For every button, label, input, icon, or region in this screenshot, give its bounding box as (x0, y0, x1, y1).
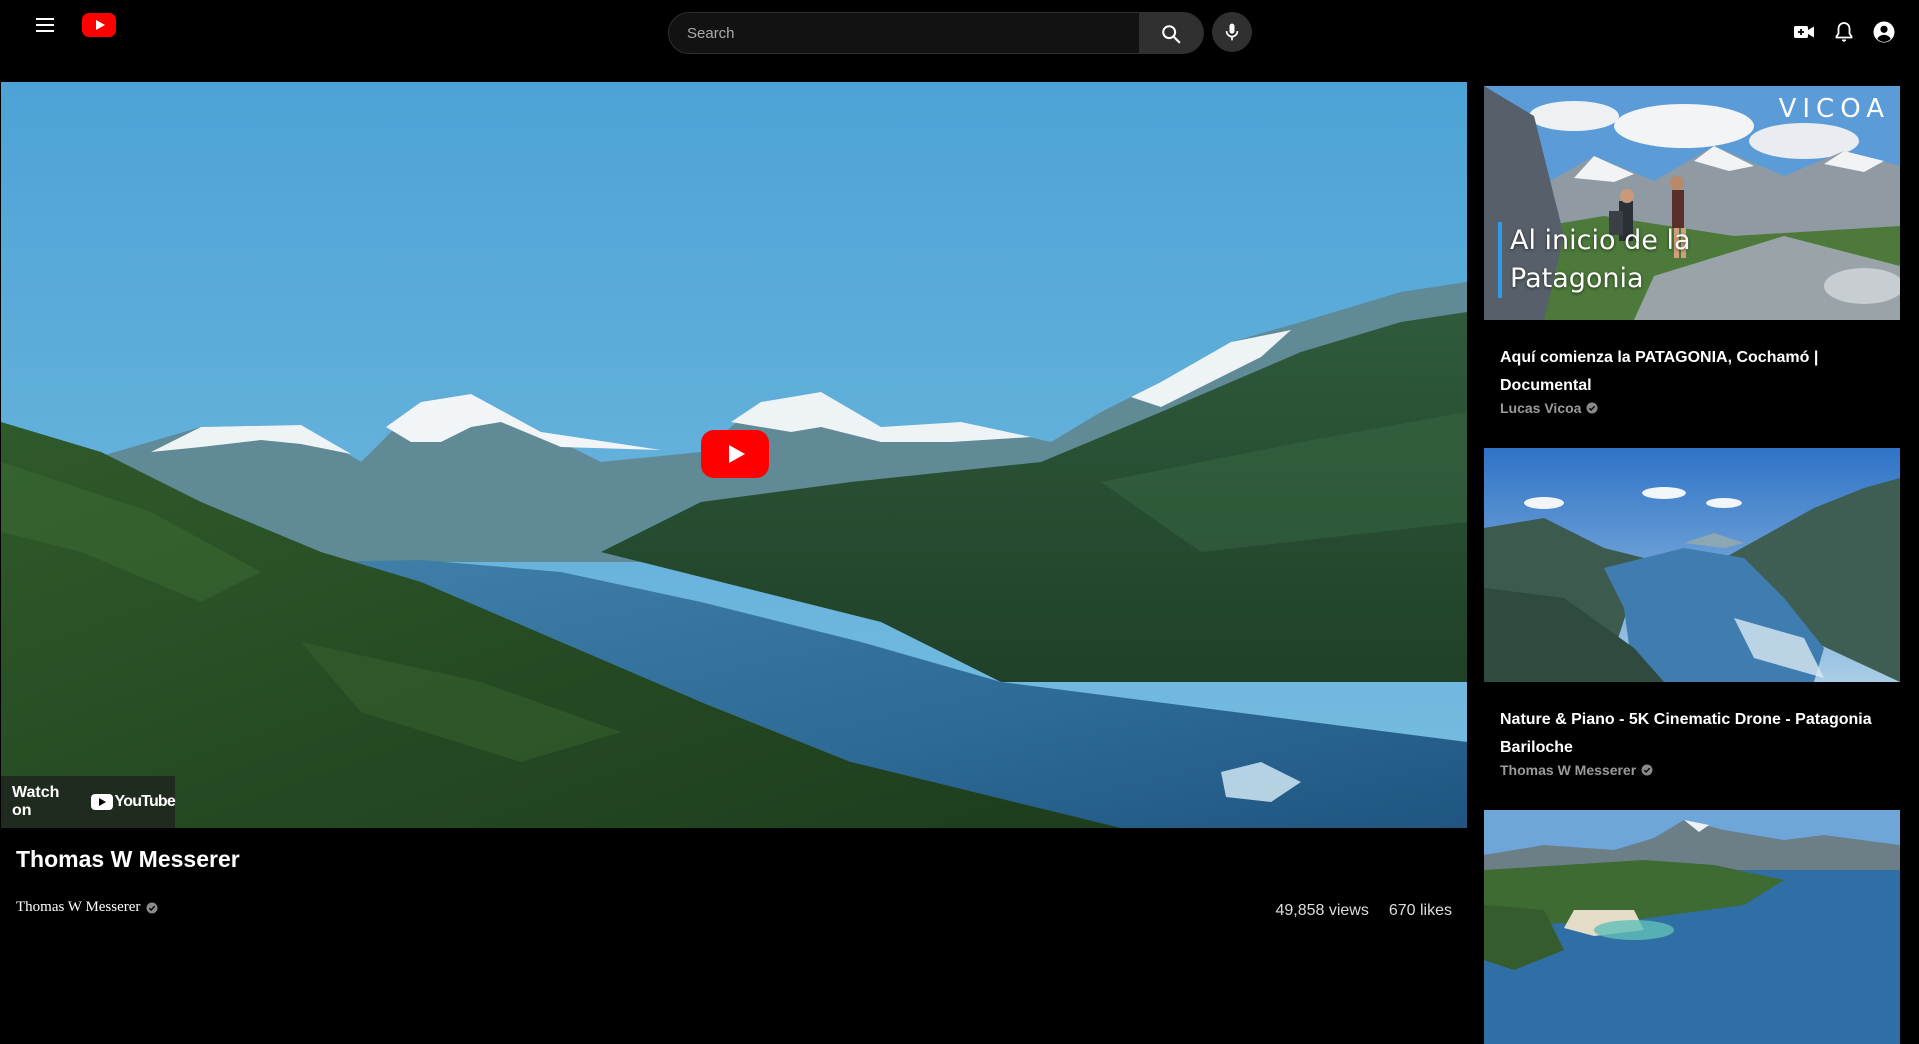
verified-check-icon (1641, 764, 1653, 776)
watch-on-youtube-button[interactable]: Watch on YouTube (1, 776, 176, 828)
recommended-channel-name: Lucas Vicoa (1500, 400, 1582, 416)
account-icon[interactable] (1872, 20, 1896, 44)
video-title: Thomas W Messerer (16, 846, 240, 872)
notifications-bell-icon[interactable] (1832, 20, 1856, 44)
youtube-play-icon (90, 794, 113, 810)
verified-check-icon (1586, 402, 1598, 414)
channel-name: Thomas W Messerer (16, 899, 141, 915)
recommended-channel-row: Lucas Vicoa (1500, 400, 1884, 416)
recommended-video-card[interactable]: Nature & Piano - 5K Cinematic Drone - Pa… (1484, 448, 1900, 778)
search-input[interactable] (669, 13, 1139, 53)
recommended-video-card[interactable]: VICOA Al inicio de la Patagonia Aquí com… (1484, 86, 1900, 416)
view-count: 49,858 views (1275, 902, 1369, 919)
top-bar (0, 0, 1919, 64)
voice-search-button[interactable] (1212, 12, 1252, 52)
youtube-wordmark: YouTube (90, 793, 176, 811)
video-thumbnail: VICOA Al inicio de la Patagonia (1484, 86, 1900, 320)
microphone-icon (1225, 23, 1239, 41)
recommended-video-title: Nature & Piano - 5K Cinematic Drone - Pa… (1500, 711, 1872, 756)
video-thumbnail (1484, 810, 1900, 1044)
search-button[interactable] (1139, 13, 1203, 53)
verified-check-icon (146, 902, 158, 913)
video-stats: 49,858 views 670 likes (1275, 902, 1452, 920)
watch-on-label: Watch on (12, 784, 60, 819)
recommended-channel-row: Thomas W Messerer (1500, 762, 1884, 778)
recommended-video-title: Aquí comienza la PATAGONIA, Cochamó | Do… (1500, 349, 1819, 394)
youtube-wordmark-text: YouTube (114, 793, 176, 810)
thumbnail-image-fjord (1484, 448, 1900, 682)
thumbnail-image-lake-island (1484, 810, 1900, 1044)
channel-link[interactable]: Thomas W Messerer (16, 899, 158, 916)
thumbnail-caption: Al inicio de la Patagonia (1498, 222, 1718, 298)
like-count: 670 likes (1388, 902, 1452, 919)
thumbnail-brand-text: VICOA (1778, 94, 1890, 124)
video-player[interactable]: Watch on YouTube (1, 82, 1467, 828)
play-button[interactable] (701, 430, 769, 478)
search-box (668, 12, 1204, 54)
search-icon (1162, 25, 1181, 44)
recommended-channel-name: Thomas W Messerer (1500, 762, 1637, 778)
recommended-video-card[interactable] (1484, 810, 1900, 1044)
create-video-icon[interactable] (1792, 20, 1816, 44)
youtube-logo-icon[interactable] (82, 13, 116, 37)
video-thumbnail (1484, 448, 1900, 682)
menu-icon[interactable] (30, 14, 62, 38)
